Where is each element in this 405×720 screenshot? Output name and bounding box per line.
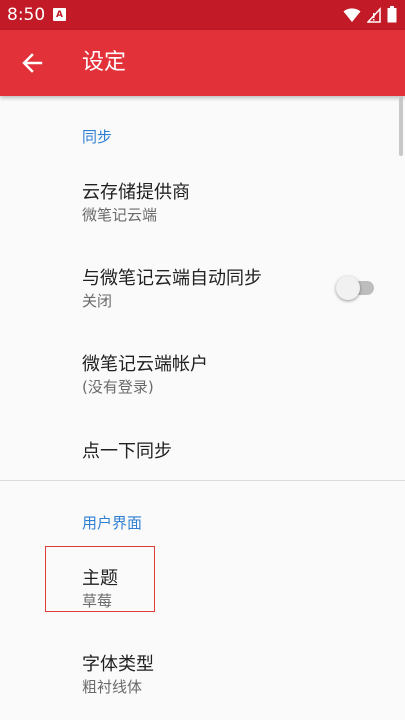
page-title: 设定 bbox=[82, 50, 127, 75]
wifi-icon bbox=[343, 7, 361, 22]
status-bar: 8:50 A bbox=[0, 0, 405, 30]
category-ui-header: 用户界面 bbox=[82, 514, 143, 532]
pref-title: 字体类型 bbox=[82, 654, 154, 675]
signal-icon bbox=[367, 6, 381, 23]
pref-tap-to-sync[interactable]: 点一下同步 bbox=[0, 424, 395, 476]
pref-title: 云存储提供商 bbox=[82, 182, 190, 203]
pref-title: 微笔记云端帐户 bbox=[82, 354, 208, 375]
status-time: 8:50 bbox=[7, 5, 46, 25]
pref-cloud-account[interactable]: 微笔记云端帐户 (没有登录) bbox=[0, 338, 395, 410]
pref-summary: 粗衬线体 bbox=[82, 678, 143, 696]
toggle-thumb bbox=[336, 276, 360, 300]
back-button[interactable] bbox=[14, 45, 50, 81]
battery-icon bbox=[387, 6, 397, 23]
category-sync-header: 同步 bbox=[82, 128, 113, 146]
notification-icon: A bbox=[53, 8, 66, 21]
pref-title: 点一下同步 bbox=[82, 441, 172, 462]
pref-title: 与微笔记云端自动同步 bbox=[82, 268, 262, 289]
pref-summary: 关闭 bbox=[82, 292, 113, 310]
scrollbar[interactable] bbox=[399, 96, 403, 156]
auto-sync-toggle[interactable] bbox=[336, 276, 376, 300]
pref-summary: 微笔记云端 bbox=[82, 206, 158, 224]
pref-font-type[interactable]: 字体类型 粗衬线体 bbox=[0, 638, 395, 710]
pref-cloud-provider[interactable]: 云存储提供商 微笔记云端 bbox=[0, 166, 395, 238]
pref-summary: (没有登录) bbox=[82, 378, 154, 396]
section-divider bbox=[0, 480, 405, 481]
arrow-back-icon bbox=[22, 53, 43, 73]
status-icons bbox=[343, 6, 397, 23]
highlight-box bbox=[45, 546, 155, 612]
app-bar: 设定 bbox=[0, 30, 405, 96]
